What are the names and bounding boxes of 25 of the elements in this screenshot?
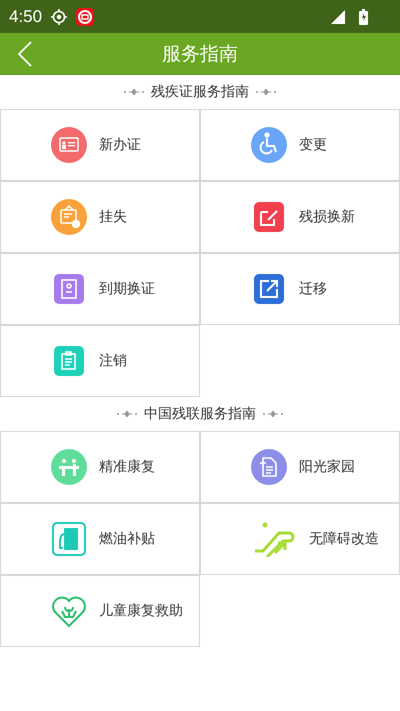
- status-time: 4:50: [9, 6, 42, 26]
- service-tile[interactable]: 新办证: [0, 109, 200, 181]
- service-tile[interactable]: 迁移: [200, 253, 400, 325]
- service-tile[interactable]: 精准康复: [0, 431, 200, 503]
- service-tile[interactable]: 到期换证: [0, 253, 200, 325]
- service-tile[interactable]: 燃油补贴: [0, 503, 200, 575]
- service-tile[interactable]: 儿童康复救助: [0, 575, 200, 647]
- service-tile[interactable]: 注销: [0, 325, 200, 397]
- service-tile[interactable]: 残损换新: [200, 181, 400, 253]
- app-notification-icon: [76, 8, 94, 26]
- back-icon[interactable]: [18, 40, 32, 66]
- section-title: 残疾证服务指南: [151, 83, 249, 101]
- service-tile[interactable]: 阳光家园: [200, 431, 400, 503]
- service-tile[interactable]: 变更: [200, 109, 400, 181]
- ornament-icon: [116, 411, 138, 417]
- section-title: 中国残联服务指南: [144, 405, 256, 423]
- ornament-icon: [255, 89, 277, 95]
- ornament-icon: [123, 89, 145, 95]
- service-tile[interactable]: 无障碍改造: [200, 503, 400, 575]
- service-tile[interactable]: 挂失: [0, 181, 200, 253]
- signal-icon: [331, 10, 345, 24]
- page-title: 服务指南: [161, 42, 239, 66]
- battery-icon: [359, 8, 368, 24]
- location-icon: [50, 8, 68, 26]
- ornament-icon: [262, 411, 284, 417]
